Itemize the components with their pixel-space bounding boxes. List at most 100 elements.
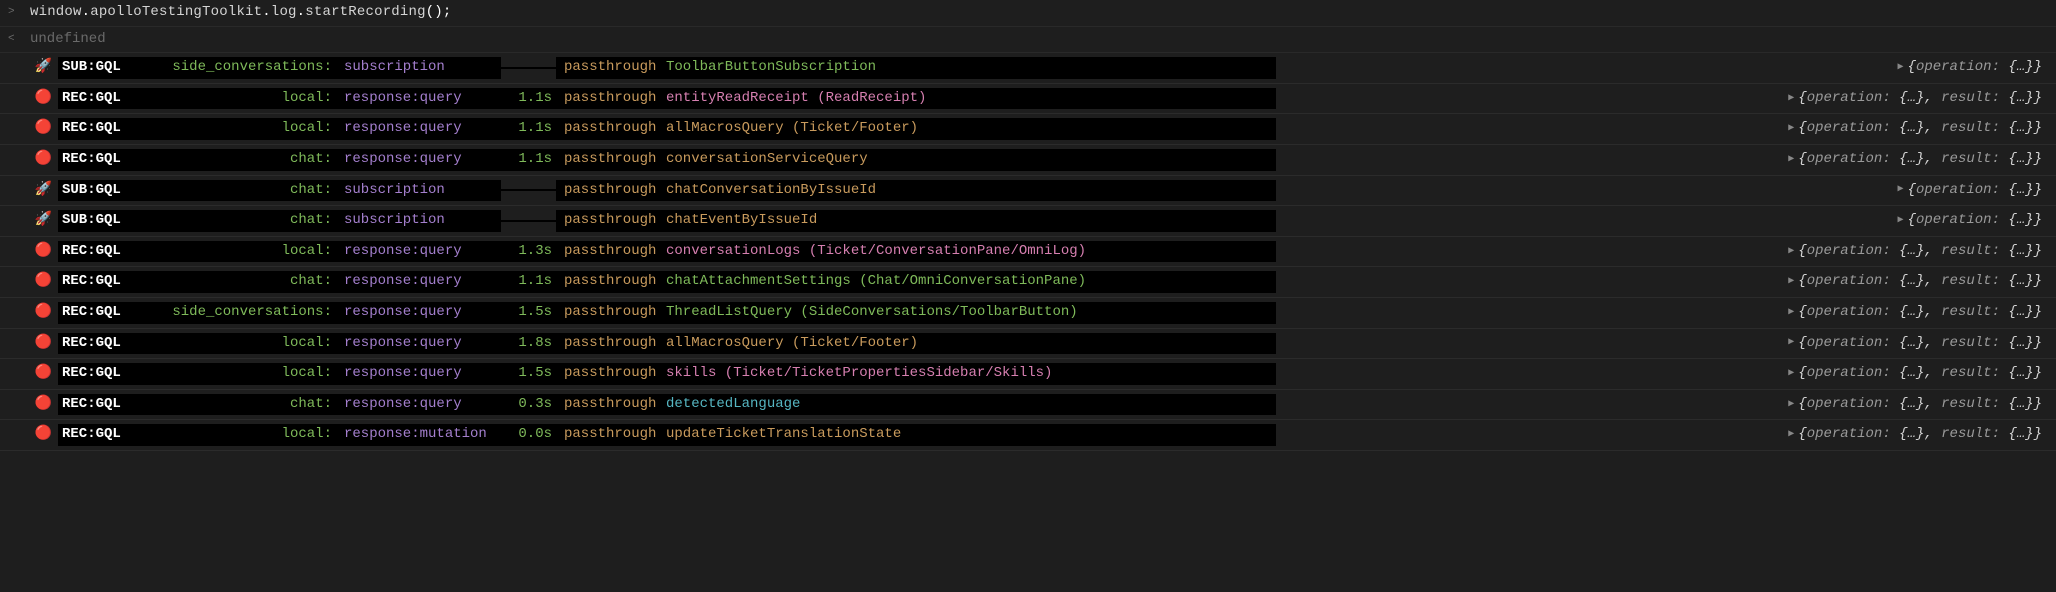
log-row[interactable]: 🚀SUB:GQLchat:subscriptionpassthroughchat… (0, 176, 2056, 207)
code-token: . (262, 4, 271, 20)
brace-open: { (1798, 303, 1806, 323)
rocket-icon: 🚀 (0, 211, 58, 231)
expand-object[interactable]: ▶{operation: {…}, result: {…}} (1782, 118, 2056, 140)
log-source-label: local: (136, 363, 336, 385)
log-mode: passthrough (556, 394, 666, 416)
object-key: result: (1941, 150, 2008, 170)
comma: , (1924, 242, 1941, 262)
log-kind: response:query (336, 333, 501, 355)
chevron-right-icon: ▶ (1788, 153, 1794, 167)
object-placeholder: {…} (1899, 89, 1924, 109)
expand-object[interactable]: ▶{operation: {…}, result: {…}} (1782, 88, 2056, 110)
log-row[interactable]: 🔴REC:GQLchat:response:query1.1spassthrou… (0, 145, 2056, 176)
log-mode: passthrough (556, 241, 666, 263)
record-icon: 🔴 (0, 119, 58, 139)
log-row[interactable]: 🔴REC:GQLlocal:response:query1.8spassthro… (0, 329, 2056, 360)
expand-object[interactable]: ▶{operation: {…}, result: {…}} (1782, 149, 2056, 171)
object-placeholder: {…} (1899, 119, 1924, 139)
expand-object[interactable]: ▶{operation: {…}, result: {…}} (1782, 424, 2056, 446)
log-row[interactable]: 🔴REC:GQLside_conversations:response:quer… (0, 298, 2056, 329)
expand-object[interactable]: ▶{operation: {…}, result: {…}} (1782, 302, 2056, 324)
log-source-label: chat: (136, 180, 336, 202)
log-tag: SUB:GQL (58, 57, 136, 79)
log-tag: REC:GQL (58, 394, 136, 416)
chevron-right-icon: ▶ (1898, 214, 1904, 228)
comma: , (1924, 119, 1941, 139)
log-tag: REC:GQL (58, 333, 136, 355)
brace-close: } (2034, 119, 2042, 139)
expand-object[interactable]: ▶{operation: {…}, result: {…}} (1782, 271, 2056, 293)
object-key: result: (1941, 425, 2008, 445)
log-source-label: local: (136, 241, 336, 263)
brace-close: } (2034, 334, 2042, 354)
object-placeholder: {…} (1899, 364, 1924, 384)
log-duration: 1.1s (501, 271, 556, 293)
brace-open: { (1798, 150, 1806, 170)
object-placeholder: {…} (2008, 272, 2033, 292)
object-placeholder: {…} (2008, 89, 2033, 109)
log-mode: passthrough (556, 88, 666, 110)
console-input-line[interactable]: > window.apolloTestingToolkit.log.startR… (0, 0, 2056, 27)
rocket-icon: 🚀 (0, 181, 58, 201)
log-operation-name: detectedLanguage (666, 394, 1276, 416)
brace-open: { (1908, 58, 1916, 78)
log-tag: REC:GQL (58, 302, 136, 324)
object-placeholder: {…} (2008, 334, 2033, 354)
record-icon: 🔴 (0, 303, 58, 323)
record-icon: 🔴 (0, 272, 58, 292)
log-duration: 1.1s (501, 149, 556, 171)
log-kind: response:query (336, 149, 501, 171)
brace-open: { (1908, 211, 1916, 231)
log-mode: passthrough (556, 57, 666, 79)
object-key: operation: (1807, 150, 1899, 170)
log-operation-name: conversationLogs (Ticket/ConversationPan… (666, 241, 1276, 263)
object-placeholder: {…} (1899, 395, 1924, 415)
log-row[interactable]: 🔴REC:GQLlocal:response:mutation0.0spasst… (0, 420, 2056, 451)
log-operation-name: allMacrosQuery (Ticket/Footer) (666, 333, 1276, 355)
object-placeholder: {…} (1899, 272, 1924, 292)
expand-object[interactable]: ▶{operation: {…}} (1892, 210, 2056, 232)
log-duration: 1.8s (501, 333, 556, 355)
comma: , (1924, 334, 1941, 354)
log-row[interactable]: 🚀SUB:GQLchat:subscriptionpassthroughchat… (0, 206, 2056, 237)
expand-object[interactable]: ▶{operation: {…}, result: {…}} (1782, 363, 2056, 385)
log-tag: REC:GQL (58, 149, 136, 171)
brace-close: } (2034, 58, 2042, 78)
log-row[interactable]: 🚀SUB:GQLside_conversations:subscriptionp… (0, 53, 2056, 84)
log-row[interactable]: 🔴REC:GQLlocal:response:query1.5spassthro… (0, 359, 2056, 390)
log-row[interactable]: 🔴REC:GQLchat:response:query0.3spassthrou… (0, 390, 2056, 421)
log-row[interactable]: 🔴REC:GQLlocal:response:query1.1spassthro… (0, 114, 2056, 145)
comma: , (1924, 364, 1941, 384)
log-duration: 1.5s (501, 363, 556, 385)
log-mode: passthrough (556, 424, 666, 446)
expand-object[interactable]: ▶{operation: {…}} (1892, 180, 2056, 202)
log-source-label: local: (136, 88, 336, 110)
brace-close: } (2034, 272, 2042, 292)
log-tag: REC:GQL (58, 118, 136, 140)
object-key: result: (1941, 334, 2008, 354)
record-icon: 🔴 (0, 364, 58, 384)
object-key: operation: (1916, 211, 2008, 231)
object-placeholder: {…} (1899, 242, 1924, 262)
console-result-value: undefined (30, 30, 106, 50)
expand-object[interactable]: ▶{operation: {…}, result: {…}} (1782, 333, 2056, 355)
chevron-right-icon: ▶ (1788, 275, 1794, 289)
code-token: window (30, 4, 82, 20)
log-row[interactable]: 🔴REC:GQLchat:response:query1.1spassthrou… (0, 267, 2056, 298)
expand-object[interactable]: ▶{operation: {…}} (1892, 57, 2056, 79)
chevron-right-icon: ▶ (1788, 367, 1794, 381)
log-kind: response:query (336, 363, 501, 385)
expand-object[interactable]: ▶{operation: {…}, result: {…}} (1782, 241, 2056, 263)
expand-object[interactable]: ▶{operation: {…}, result: {…}} (1782, 394, 2056, 416)
brace-open: { (1798, 272, 1806, 292)
log-row[interactable]: 🔴REC:GQLlocal:response:query1.3spassthro… (0, 237, 2056, 268)
object-key: operation: (1807, 425, 1899, 445)
log-kind: response:query (336, 88, 501, 110)
object-placeholder: {…} (1899, 150, 1924, 170)
log-kind: response:mutation (336, 424, 501, 446)
log-row[interactable]: 🔴REC:GQLlocal:response:query1.1spassthro… (0, 84, 2056, 115)
object-key: operation: (1916, 181, 2008, 201)
brace-open: { (1798, 242, 1806, 262)
log-duration (501, 67, 556, 69)
log-source-label: chat: (136, 210, 336, 232)
